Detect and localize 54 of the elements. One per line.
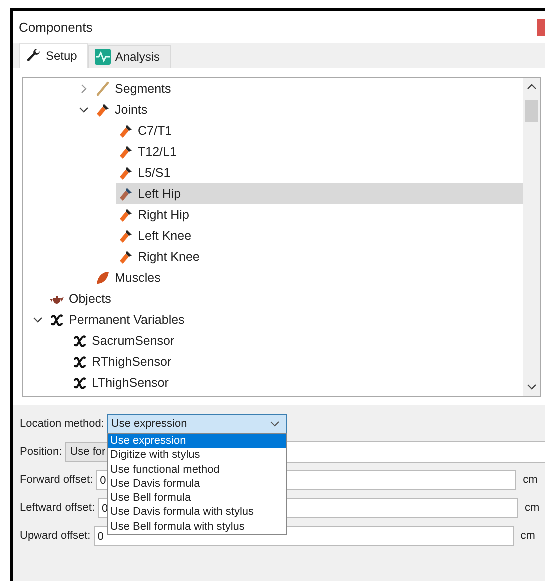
tree-item[interactable]: RThighSensor: [70, 351, 523, 372]
tree-item[interactable]: Permanent Variables: [47, 309, 523, 330]
chevron-right-icon[interactable]: [79, 84, 89, 94]
marker-icon: [118, 144, 134, 160]
tree-item[interactable]: Right Hip: [116, 204, 523, 225]
leaf-icon: [95, 270, 111, 286]
marker-icon: [118, 228, 134, 244]
scroll-thumb[interactable]: [525, 100, 538, 122]
field-label: Upward offset:: [20, 530, 91, 542]
marker-icon: [118, 164, 134, 180]
chevron-down-icon: [270, 419, 280, 429]
field-label: Position:: [20, 446, 62, 458]
tree-item[interactable]: LThighSensor: [70, 372, 523, 393]
tree-item[interactable]: SacrumSensor: [70, 330, 523, 351]
dropdown-option[interactable]: Use Davis formula with stylus: [108, 505, 286, 520]
tab[interactable]: Analysis: [88, 45, 172, 68]
variable-icon: [49, 312, 65, 328]
tree-item[interactable]: Right Knee: [116, 246, 523, 267]
tree-item[interactable]: Left Hip: [116, 183, 523, 204]
variable-icon: [72, 332, 88, 348]
tree-item[interactable]: Joints: [93, 99, 523, 120]
tree-item[interactable]: Left Knee: [116, 225, 523, 246]
dropdown-option[interactable]: Use expression: [108, 434, 286, 448]
marker-icon: [95, 102, 111, 118]
tree-item[interactable]: Objects: [47, 288, 523, 309]
variable-icon: [72, 374, 88, 390]
tree-item[interactable]: C7/T1: [116, 120, 523, 141]
marker-icon: [118, 206, 134, 222]
marker-icon: [118, 186, 134, 202]
location-method-dropdown[interactable]: Use expression: [107, 414, 288, 434]
tab[interactable]: Setup: [19, 43, 88, 68]
unit-label: cm: [523, 474, 538, 486]
marker-icon: [118, 122, 134, 138]
tree-item[interactable]: Segments: [93, 78, 523, 99]
waveform-icon: [95, 49, 112, 65]
chevron-down-icon[interactable]: [79, 104, 89, 114]
field-label: Forward offset:: [20, 474, 94, 486]
variable-icon: [72, 354, 88, 370]
unit-label: cm: [525, 502, 540, 514]
tree-item[interactable]: T12/L1: [116, 141, 523, 162]
marker-icon: [118, 248, 134, 264]
scrollbar[interactable]: [523, 78, 540, 396]
field-label: Location method:: [20, 418, 104, 430]
chevron-down-icon[interactable]: [33, 314, 43, 324]
window-title: Components: [18, 20, 93, 34]
wrench-icon: [26, 48, 42, 64]
unit-label: cm: [520, 530, 536, 542]
tree-item[interactable]: Muscles: [93, 267, 523, 288]
tree-item[interactable]: L5/S1: [116, 162, 523, 183]
dropdown-option[interactable]: Use Davis formula: [108, 476, 286, 492]
field-label: Leftward offset:: [20, 502, 96, 514]
scroll-up-icon[interactable]: [526, 82, 536, 92]
bone-icon: [95, 80, 111, 96]
scroll-down-icon[interactable]: [526, 382, 536, 392]
